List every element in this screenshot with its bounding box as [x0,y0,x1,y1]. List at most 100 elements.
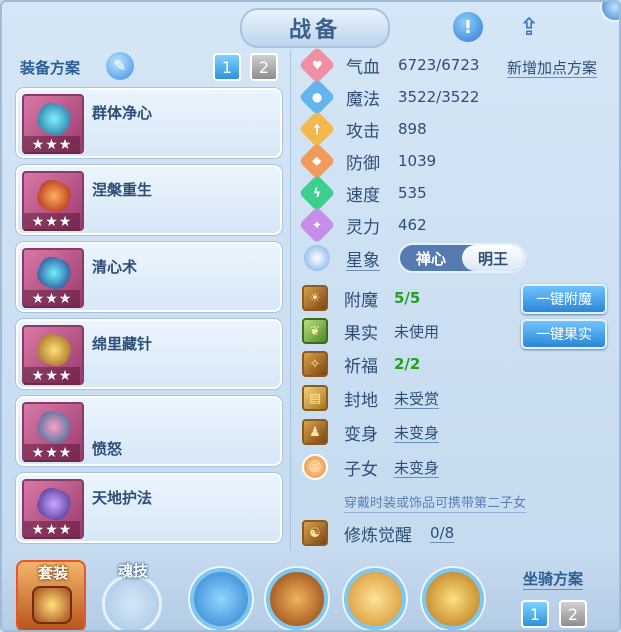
stat-label: 魔法 [346,89,380,110]
feature-row-cultivation: ☯ 修炼觉醒 0/8 [302,517,454,549]
feature-label: 封地 [344,390,378,411]
feature-value: 未使用 [394,322,440,341]
astro-star-icon [304,245,330,271]
astro-option-mingwang[interactable]: 明王 [462,245,524,271]
stat-value: 1039 [398,152,437,170]
feature-label: 祈福 [344,356,378,377]
stat-label: 速度 [346,185,380,206]
astro-row: 星象 [302,242,380,274]
feature-label: 修炼觉醒 [344,525,412,546]
stat-row-defense: ◆ 防御 1039 [298,142,612,180]
stat-value: 898 [398,120,427,138]
mount-slot-3-icon[interactable] [344,568,406,630]
bless-icon: ✧ [302,351,328,377]
star-rating: ★★★ [24,367,80,385]
cultivation-icon: ☯ [302,520,328,546]
skill-card[interactable]: ★★★ 涅槃重生 [16,165,282,235]
feature-row-transform: ♟ 变身 未变身 [302,416,439,448]
suit-label: 套装 [37,564,68,582]
skill-name: 绵里藏针 [92,335,153,353]
soul-skill-ring-icon [102,574,162,630]
stat-row-speed: ϟ 速度 535 [298,174,612,212]
feature-value: 2/2 [394,355,421,373]
stat-label: 攻击 [346,121,380,142]
astro-option-chanxin[interactable]: 禅心 [400,245,462,271]
suit-chest-icon [32,586,72,624]
child-icon: ☺ [302,454,328,480]
transform-status-link[interactable]: 未变身 [394,422,439,443]
star-rating: ★★★ [24,136,80,154]
star-rating: ★★★ [24,444,80,462]
stat-value: 462 [398,216,427,234]
edit-pen-icon[interactable]: ✎ [106,52,134,80]
star-rating: ★★★ [24,213,80,231]
mount-slot-1-icon[interactable] [190,568,252,630]
feature-label: 附魔 [344,290,378,311]
fief-icon: ▤ [302,385,328,411]
stat-row-attack: † 攻击 898 [298,110,612,148]
transform-icon: ♟ [302,419,328,445]
skill-name: 天地护法 [92,489,153,507]
mount-plan-tab-2[interactable]: 2 [559,600,587,628]
share-icon[interactable]: ⇪ [512,12,546,42]
column-divider [290,50,291,550]
equip-plan-title: 装备方案 [20,59,81,77]
star-rating: ★★★ [24,521,80,539]
battle-prep-panel: 战备 ! ⇪ 装备方案 ✎ 1 2 ★★★ 群体净心 ★★★ 涅槃重生 ★★★ … [0,0,621,632]
suit-tab[interactable]: 套装 [16,560,86,630]
astro-toggle[interactable]: 禅心 明王 [398,243,526,273]
stat-row-spirit: ✦ 灵力 462 [298,206,612,244]
enchant-icon: ☀ [302,285,328,311]
feature-label: 变身 [344,424,378,445]
astro-label[interactable]: 星象 [346,246,380,271]
feature-value: 5/5 [394,289,421,307]
feature-label: 果实 [344,323,378,344]
info-alert-icon[interactable]: ! [453,12,483,42]
stat-value: 6723/6723 [398,56,480,74]
skill-card[interactable]: ★★★ 群体净心 [16,88,282,158]
stat-row-mana: ● 魔法 3522/3522 [298,78,612,116]
skill-name: 涅槃重生 [92,181,153,199]
second-child-hint-link[interactable]: 穿戴时装或饰品可携带第二子女 [344,492,527,513]
skill-name: 愤怒 [92,440,123,458]
heart-icon: ♥ [298,46,336,84]
mount-plan-label: 坐骑方案 [523,570,584,590]
sword-icon: † [298,110,336,148]
skill-name: 群体净心 [92,104,153,122]
close-orb-icon[interactable] [600,2,619,22]
equip-plan-tab-1[interactable]: 1 [213,53,241,81]
mana-icon: ● [298,78,336,116]
skill-card[interactable]: ★★★ 愤怒 [16,396,282,466]
add-point-plan-link[interactable]: 新增加点方案 [507,57,597,78]
stat-label: 防御 [346,153,380,174]
spirit-icon: ✦ [298,206,336,244]
feature-row-child: ☺ 子女 未变身 [302,451,439,483]
panel-title: 战备 [240,8,390,48]
cultivation-progress-link[interactable]: 0/8 [430,524,454,542]
child-status-link[interactable]: 未变身 [394,457,439,478]
skill-card[interactable]: ★★★ 清心术 [16,242,282,312]
shield-icon: ◆ [298,142,336,180]
one-click-enchant-button[interactable]: 一键附魔 [521,284,607,314]
soul-skill-label: 魂技 [117,562,148,580]
skill-card[interactable]: ★★★ 绵里藏针 [16,319,282,389]
one-click-fruit-button[interactable]: 一键果实 [521,319,607,349]
feature-row-fruit: ❦ 果实 未使用 [302,315,439,347]
mount-slot-4-icon[interactable] [422,568,484,630]
mount-plan-tab-1[interactable]: 1 [521,600,549,628]
skill-card[interactable]: ★★★ 天地护法 [16,473,282,543]
feature-row-enchant: ☀ 附魔 5/5 [302,282,420,314]
mount-slot-2-icon[interactable] [266,568,328,630]
fief-status-link[interactable]: 未受赏 [394,388,439,409]
stat-label: 灵力 [346,217,380,238]
stat-value: 535 [398,184,427,202]
feature-row-fief: ▤ 封地 未受赏 [302,382,439,414]
stat-value: 3522/3522 [398,88,480,106]
stat-label: 气血 [346,57,380,78]
equip-plan-tab-2[interactable]: 2 [250,53,278,81]
star-rating: ★★★ [24,290,80,308]
soul-skill-tab[interactable]: 魂技 [98,560,168,630]
feature-row-bless: ✧ 祈福 2/2 [302,348,420,380]
lightning-icon: ϟ [298,174,336,212]
fruit-icon: ❦ [302,318,328,344]
